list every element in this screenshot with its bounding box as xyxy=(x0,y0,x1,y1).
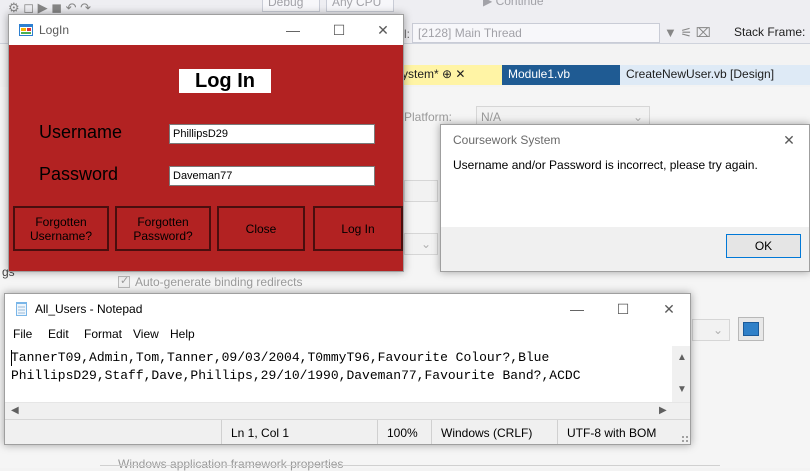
log-in-button[interactable]: Log In xyxy=(313,206,403,251)
stack-frame-label: Stack Frame: xyxy=(734,25,806,39)
fieldset-divider xyxy=(100,465,720,466)
framework-properties-label: Windows application framework properties xyxy=(118,457,344,471)
chevron-down-icon: ⌄ xyxy=(420,237,431,251)
resize-grip[interactable] xyxy=(681,435,689,443)
scroll-left-icon[interactable]: ◀ xyxy=(11,405,19,416)
username-label: Username xyxy=(39,122,123,142)
menu-view[interactable]: View xyxy=(133,327,159,341)
notepad-titlebar[interactable]: All_Users - Notepad — ☐ ✕ xyxy=(5,294,690,324)
platform-combo[interactable]: Any CPU xyxy=(326,0,394,12)
menu-help[interactable]: Help xyxy=(170,327,195,341)
combo-partial-2[interactable]: ⌄ xyxy=(404,233,438,255)
scroll-up-icon[interactable]: ▲ xyxy=(677,352,687,363)
login-form: Log In Username PhillipsD29 Password Dav… xyxy=(9,45,403,271)
status-bar: Ln 1, Col 1 100% Windows (CRLF) UTF-8 wi… xyxy=(5,419,690,444)
menu-file[interactable]: File xyxy=(13,327,32,341)
vertical-scrollbar[interactable]: ▲ ▼ xyxy=(672,346,690,402)
login-titlebar[interactable]: LogIn — ☐ ✕ xyxy=(9,15,403,45)
login-window-title: LogIn xyxy=(39,23,70,37)
zoom-level: 100% xyxy=(377,420,431,444)
menu-edit[interactable]: Edit xyxy=(48,327,69,341)
continue-button[interactable]: ▶ Continue xyxy=(478,0,560,12)
menu-format[interactable]: Format xyxy=(84,327,122,341)
notepad-text-area[interactable]: TannerT09,Admin,Tom,Tanner,09/03/2004,T0… xyxy=(9,346,669,402)
forgotten-username-button[interactable]: Forgotten Username? xyxy=(13,206,109,251)
username-field[interactable]: PhillipsD29 xyxy=(169,124,375,144)
text-line: TannerT09,Admin,Tom,Tanner,09/03/2004,T0… xyxy=(11,350,550,365)
msgbox-titlebar[interactable]: Coursework System ✕ xyxy=(441,125,809,155)
minimize-button[interactable]: — xyxy=(271,15,315,45)
encoding: UTF-8 with BOM xyxy=(557,420,690,444)
process-prefix: l: xyxy=(404,27,410,41)
minimize-button[interactable]: — xyxy=(555,294,599,324)
password-label: Password xyxy=(39,164,119,184)
process-combo[interactable]: [2128] Main Thread xyxy=(412,23,660,43)
horizontal-scrollbar[interactable]: ◀ ▶ xyxy=(5,402,690,419)
notepad-menubar: File Edit Format View Help xyxy=(5,324,690,344)
error-message-box: Coursework System ✕ Username and/or Pass… xyxy=(440,124,810,272)
tab-create-new-user[interactable]: CreateNewUser.vb [Design] xyxy=(620,65,810,85)
notepad-icon xyxy=(16,302,27,316)
document-tabs: ystem* ⊕ ✕ Module1.vb CreateNewUser.vb [… xyxy=(396,65,810,85)
password-field[interactable]: Daveman77 xyxy=(169,166,375,186)
thread-filter-icon[interactable]: ▼ ⚟ ⌧ xyxy=(664,25,711,41)
forgotten-password-button[interactable]: Forgotten Password? xyxy=(115,206,211,251)
auto-generate-checkbox[interactable] xyxy=(118,274,130,288)
ok-button[interactable]: OK xyxy=(726,234,801,258)
msgbox-title: Coursework System xyxy=(453,133,561,147)
login-heading: Log In xyxy=(179,69,271,93)
config-combo[interactable]: Debug xyxy=(262,0,320,12)
close-window-button[interactable]: ✕ xyxy=(647,294,690,324)
icon-combo[interactable]: ⌄ xyxy=(692,319,730,341)
close-icon[interactable]: ✕ xyxy=(767,125,809,155)
tab-properties[interactable]: ystem* ⊕ ✕ xyxy=(396,65,502,85)
auto-generate-option[interactable]: Auto-generate binding redirects xyxy=(118,274,302,289)
window-icon xyxy=(743,322,759,336)
login-window: LogIn — ☐ ✕ Log In Username PhillipsD29 … xyxy=(8,14,404,272)
maximize-button[interactable]: ☐ xyxy=(601,294,645,324)
maximize-button[interactable]: ☐ xyxy=(317,15,361,45)
line-ending: Windows (CRLF) xyxy=(431,420,557,444)
text-line: PhillipsD29,Staff,Dave,Phillips,29/10/19… xyxy=(11,368,581,383)
platform-value: N/A xyxy=(481,110,502,124)
chevron-down-icon: ⌄ xyxy=(712,323,723,337)
close-button[interactable]: Close xyxy=(217,206,305,251)
combo-partial[interactable] xyxy=(404,180,438,202)
error-message: Username and/or Password is incorrect, p… xyxy=(453,158,758,172)
platform-label: Platform: xyxy=(404,110,453,124)
auto-generate-label: Auto-generate binding redirects xyxy=(135,275,303,289)
notepad-window: All_Users - Notepad — ☐ ✕ File Edit Form… xyxy=(4,293,691,445)
app-icon-preview xyxy=(738,317,764,341)
notepad-window-title: All_Users - Notepad xyxy=(35,302,143,316)
cursor-position: Ln 1, Col 1 xyxy=(221,420,377,444)
form-icon xyxy=(19,24,33,36)
scroll-right-icon[interactable]: ▶ xyxy=(659,405,667,416)
tab-module1[interactable]: Module1.vb xyxy=(502,65,620,85)
close-window-button[interactable]: ✕ xyxy=(361,15,403,45)
scroll-down-icon[interactable]: ▼ xyxy=(677,384,687,395)
